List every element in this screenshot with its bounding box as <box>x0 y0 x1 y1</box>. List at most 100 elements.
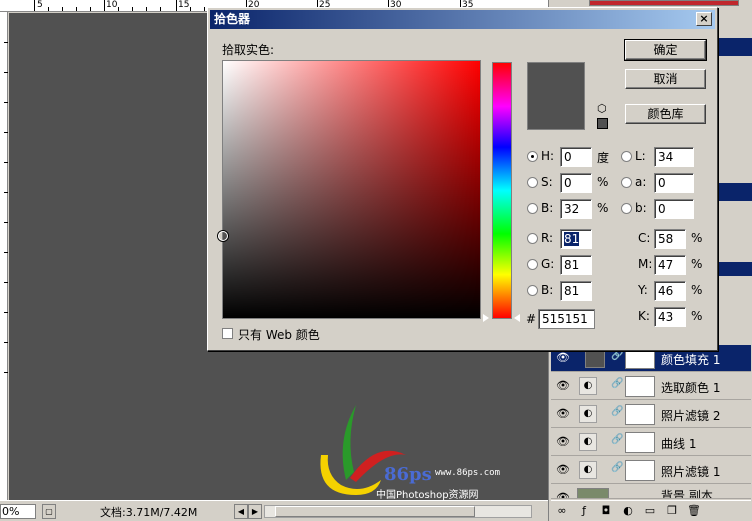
dialog-title: 拾色器 <box>214 12 251 26</box>
c-unit: % <box>691 231 703 245</box>
adjustment-icon: ◐ <box>579 461 597 479</box>
cancel-button[interactable]: 取消 <box>625 69 706 89</box>
g-radio[interactable] <box>527 259 538 270</box>
zoom-field[interactable]: 0% <box>0 504 36 519</box>
r-input-value: 81 <box>564 232 580 246</box>
pick-solid-color-label: 拾取实色: <box>222 43 275 57</box>
left-ruler <box>0 12 8 500</box>
layer-mask-thumbnail <box>625 348 655 369</box>
scroll-left-button[interactable]: ◀ <box>234 504 248 519</box>
hex-input[interactable]: 515151 <box>538 309 595 329</box>
r-label: R: <box>541 231 554 245</box>
a-input[interactable]: 0 <box>654 173 694 193</box>
dialog-titlebar[interactable]: 拾色器 × <box>210 10 715 29</box>
status-bar: 0% ▢ 文档:3.71M/7.42M ◀ ▶ <box>0 500 548 521</box>
s-radio[interactable] <box>527 177 538 188</box>
status-menu-button[interactable]: ▢ <box>42 504 56 519</box>
hue-slider-left-arrow[interactable] <box>483 314 489 322</box>
color-libraries-button[interactable]: 颜色库 <box>625 104 706 124</box>
layers-footer: ∞ ƒ ◘ ◐ ▭ ❐ 🗑 <box>551 500 751 521</box>
folder-icon[interactable]: ▭ <box>642 503 658 519</box>
layer-name: 曲线 1 <box>661 437 697 451</box>
r-input[interactable]: 81 <box>560 229 592 249</box>
layer-row[interactable]: 👁 ◐ 🔗 照片滤镜 2 <box>551 401 751 428</box>
layers-panel-titlebar <box>719 262 752 276</box>
m-input[interactable]: 47 <box>654 255 686 275</box>
b-unit: % <box>597 201 609 215</box>
b-radio[interactable] <box>527 203 538 214</box>
adjustment-icon: ◐ <box>579 377 597 395</box>
swatch-strip <box>589 0 739 6</box>
lab-b-label: b: <box>635 201 647 215</box>
eye-icon[interactable]: 👁 <box>555 491 571 498</box>
r-radio[interactable] <box>527 233 538 244</box>
layer-name: 颜色填充 1 <box>661 353 721 367</box>
lab-b-radio[interactable] <box>621 203 632 214</box>
g-input[interactable]: 81 <box>560 255 592 275</box>
a-radio[interactable] <box>621 177 632 188</box>
out-of-gamut-cube-icon[interactable]: ⬡ <box>597 102 607 115</box>
layer-row[interactable]: 👁 ◐ 🔗 选取颜色 1 <box>551 373 751 400</box>
layer-name: 照片滤镜 2 <box>661 409 721 423</box>
scroll-right-button[interactable]: ▶ <box>248 504 262 519</box>
a-label: a: <box>635 175 647 189</box>
link-icon: 🔗 <box>611 350 624 361</box>
layers-panel: 👁 🔗 颜色填充 1 👁 ◐ 🔗 选取颜色 1 👁 ◐ 🔗 照片滤镜 2 👁 ◐… <box>549 345 752 521</box>
photoshop-window: 5 10 15 20 25 30 35 86ps www.86ps.com 中国Pho… <box>0 0 752 521</box>
eye-icon[interactable]: 👁 <box>555 435 571 449</box>
new-layer-icon[interactable]: ❐ <box>664 503 680 519</box>
hex-label: # <box>526 312 537 326</box>
web-colors-checkbox[interactable] <box>222 328 233 339</box>
blue-radio[interactable] <box>527 285 538 296</box>
l-input[interactable]: 34 <box>654 147 694 167</box>
horizontal-scrollbar[interactable] <box>264 505 532 518</box>
hue-slider-right-arrow[interactable] <box>514 314 520 322</box>
hue-slider[interactable] <box>492 62 512 319</box>
eye-icon[interactable]: 👁 <box>555 379 571 393</box>
ruler-number: 10 <box>106 0 118 10</box>
layer-thumbnail <box>577 488 609 498</box>
trash-icon[interactable]: 🗑 <box>686 503 702 519</box>
y-input[interactable]: 46 <box>654 281 686 301</box>
color-field[interactable] <box>218 60 481 319</box>
m-unit: % <box>691 257 703 271</box>
blue-input[interactable]: 81 <box>560 281 592 301</box>
color-field-cursor[interactable] <box>218 231 228 241</box>
scroll-thumb[interactable] <box>275 506 475 517</box>
s-input[interactable]: 0 <box>560 173 592 193</box>
close-button[interactable]: × <box>696 12 712 26</box>
layer-row[interactable]: 👁 背景 副本 <box>551 485 751 499</box>
eye-icon[interactable]: 👁 <box>555 407 571 421</box>
layer-row[interactable]: 👁 ◐ 🔗 照片滤镜 1 <box>551 457 751 484</box>
color-picker-dialog: 拾色器 × 拾取实色: ⬡ 确定 取消 颜色库 H: 0 度 S: 0 % B:… <box>207 7 718 351</box>
watermark-url: www.86ps.com <box>435 468 501 478</box>
y-unit: % <box>691 283 703 297</box>
l-label: L: <box>635 149 646 163</box>
h-radio[interactable] <box>527 151 538 162</box>
h-input[interactable]: 0 <box>560 147 592 167</box>
current-color-swatch <box>527 62 585 130</box>
lab-b-input[interactable]: 0 <box>654 199 694 219</box>
s-unit: % <box>597 175 609 189</box>
eye-icon[interactable]: 👁 <box>555 463 571 477</box>
c-input[interactable]: 58 <box>654 229 686 249</box>
web-colors-label: 只有 Web 颜色 <box>238 328 320 342</box>
link-layers-icon[interactable]: ∞ <box>554 503 570 519</box>
web-safe-swatch[interactable] <box>597 118 608 129</box>
k-label: K: <box>638 309 650 323</box>
layer-style-icon[interactable]: ƒ <box>576 503 592 519</box>
eye-icon[interactable]: 👁 <box>555 351 571 365</box>
layer-name: 选取颜色 1 <box>661 381 721 395</box>
adjustment-icon: ◐ <box>579 433 597 451</box>
k-unit: % <box>691 309 703 323</box>
h-label: H: <box>541 149 555 163</box>
ok-button[interactable]: 确定 <box>624 39 707 61</box>
k-input[interactable]: 43 <box>654 307 686 327</box>
h-unit: 度 <box>597 151 610 165</box>
b-input[interactable]: 32 <box>560 199 592 219</box>
l-radio[interactable] <box>621 151 632 162</box>
adjustment-layer-icon[interactable]: ◐ <box>620 503 636 519</box>
mask-icon[interactable]: ◘ <box>598 503 614 519</box>
layer-row[interactable]: 👁 ◐ 🔗 曲线 1 <box>551 429 751 456</box>
s-label: S: <box>541 175 553 189</box>
